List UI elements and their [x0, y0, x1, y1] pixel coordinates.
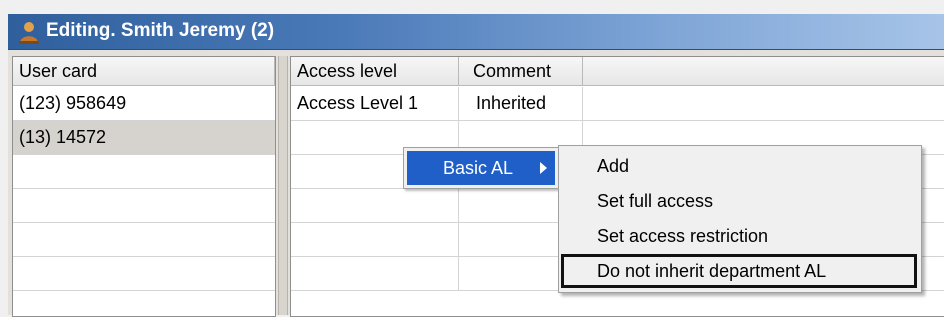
menu-item-set-access-restriction[interactable]: Set access restriction: [561, 219, 917, 253]
table-row[interactable]: (123) 958649: [13, 87, 275, 121]
menu-item-label: Set access restriction: [597, 226, 769, 246]
table-row[interactable]: Access Level 1 Inherited: [291, 87, 944, 121]
menu-item-add[interactable]: Add: [561, 149, 917, 183]
user-card-cell: [13, 257, 275, 290]
user-card-cell: [13, 155, 275, 188]
user-card-cell: [13, 223, 275, 256]
access-level-cell: [291, 189, 459, 222]
extra-cell: [583, 87, 944, 120]
access-level-cell: [291, 223, 459, 256]
menu-item-label: Set full access: [597, 191, 714, 211]
menu-item-label: Add: [597, 156, 630, 176]
context-menu: Basic AL: [403, 147, 559, 189]
submenu: Add Set full access Set access restricti…: [558, 145, 922, 293]
access-level-header-row: Access level Comment: [291, 57, 944, 87]
column-header-user-card[interactable]: User card: [13, 57, 275, 86]
table-row[interactable]: [13, 257, 275, 291]
panel-splitter[interactable]: [278, 56, 288, 315]
table-row[interactable]: [13, 223, 275, 257]
menu-item-do-not-inherit-department-al[interactable]: Do not inherit department AL: [561, 254, 917, 288]
user-card-cell: (13) 14572: [19, 127, 107, 147]
menu-item-label: Do not inherit department AL: [597, 261, 827, 281]
access-level-cell: Access Level 1: [291, 87, 459, 120]
user-card-table: User card (123) 958649 (13) 14572: [12, 56, 276, 317]
user-card-cell: (123) 958649: [19, 93, 127, 113]
column-header-comment[interactable]: Comment: [459, 57, 583, 86]
user-card-cell: [13, 189, 275, 222]
column-header-empty: [583, 57, 944, 86]
menu-item-basic-al[interactable]: Basic AL: [407, 151, 555, 185]
user-icon: [19, 22, 39, 44]
table-row[interactable]: [13, 155, 275, 189]
title-bar[interactable]: Editing. Smith Jeremy (2): [8, 14, 944, 50]
menu-item-label: Basic AL: [443, 158, 514, 178]
submenu-arrow-icon: [540, 162, 547, 174]
user-card-header-row: User card: [13, 57, 275, 87]
menu-item-set-full-access[interactable]: Set full access: [561, 184, 917, 218]
comment-cell: Inherited: [459, 87, 583, 120]
column-header-access-level[interactable]: Access level: [291, 57, 459, 86]
access-level-cell: [291, 257, 459, 290]
window-title: Editing. Smith Jeremy (2): [46, 20, 275, 41]
table-row-selected[interactable]: (13) 14572: [13, 121, 275, 155]
table-row[interactable]: [13, 189, 275, 223]
